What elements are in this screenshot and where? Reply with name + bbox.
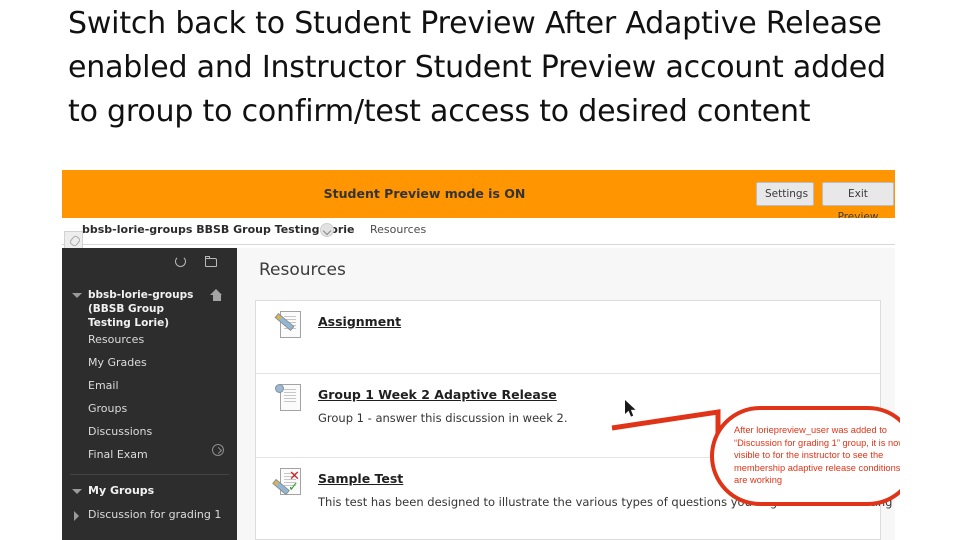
chevron-down-icon[interactable]: [320, 223, 334, 237]
sidebar-item-groups[interactable]: Groups: [88, 402, 127, 415]
sidebar-item-resources[interactable]: Resources: [88, 333, 144, 346]
sidebar-item-final-exam[interactable]: Final Exam: [88, 448, 148, 461]
sidebar-divider: [70, 474, 229, 475]
exit-preview-button[interactable]: Exit Preview: [822, 182, 894, 223]
list-item-title[interactable]: Group 1 Week 2 Adaptive Release: [318, 387, 557, 402]
discussion-document-icon: [274, 384, 304, 416]
list-item-title[interactable]: Sample Test: [318, 471, 403, 486]
folder-icon[interactable]: [205, 256, 218, 269]
list-item-title[interactable]: Assignment: [318, 314, 401, 329]
content-heading: Resources: [259, 260, 346, 280]
go-arrow-icon[interactable]: [212, 444, 224, 456]
sidebar-item-discussions[interactable]: Discussions: [88, 425, 152, 438]
settings-button[interactable]: Settings: [756, 182, 814, 206]
caret-down-icon-my-groups[interactable]: [72, 489, 82, 494]
link-icon[interactable]: [64, 231, 83, 248]
annotation-callout: After loriepreview_user was added to “Di…: [710, 406, 900, 506]
caret-right-icon[interactable]: [74, 511, 79, 521]
refresh-icon[interactable]: [175, 256, 188, 269]
page-title: Switch back to Student Preview After Ada…: [68, 6, 886, 129]
breadcrumb-page-name[interactable]: Resources: [370, 223, 426, 236]
student-preview-message: Student Preview mode is ON: [323, 186, 526, 201]
test-document-icon: ✕ ✓: [272, 468, 304, 500]
course-menu-sidebar: bbsb-lorie-groups (BBSB Group Testing Lo…: [62, 248, 237, 540]
embedded-screenshot: Student Preview mode is ON Settings Exit…: [62, 170, 900, 540]
annotation-callout-text: After loriepreview_user was added to “Di…: [734, 425, 900, 486]
sidebar-item-email[interactable]: Email: [88, 379, 119, 392]
list-item[interactable]: Assignment: [256, 301, 880, 374]
course-menu-course-title: bbsb-lorie-groups (BBSB Group Testing Lo…: [88, 289, 194, 329]
home-icon[interactable]: [210, 289, 223, 301]
sidebar-section-my-groups: My Groups: [88, 484, 155, 497]
breadcrumb-course-name[interactable]: bbsb-lorie-groups BBSB Group Testing Lor…: [82, 223, 355, 236]
caret-down-icon[interactable]: [72, 293, 82, 298]
mouse-cursor-icon: [625, 400, 636, 417]
assignment-document-icon: [274, 311, 304, 343]
sidebar-item-discussion-for-grading-1[interactable]: Discussion for grading 1: [88, 508, 221, 521]
student-preview-bar: Student Preview mode is ON Settings Exit…: [62, 170, 895, 223]
course-menu-toolbar: [175, 254, 227, 272]
sidebar-item-my-grades[interactable]: My Grades: [88, 356, 147, 369]
breadcrumb: bbsb-lorie-groups BBSB Group Testing Lor…: [62, 218, 900, 245]
